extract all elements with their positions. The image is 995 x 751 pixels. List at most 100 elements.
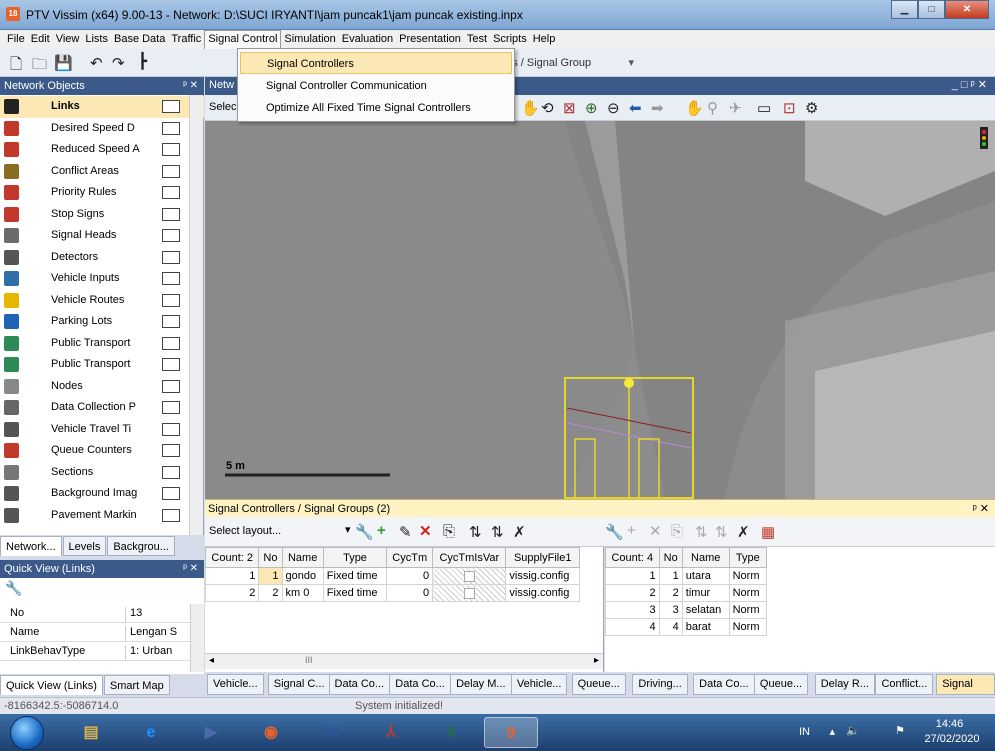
- table-row[interactable]: 4 4 barat Norm: [605, 618, 768, 636]
- tab-smart-map[interactable]: Smart Map: [103, 675, 170, 695]
- delete-icon[interactable]: ✕: [649, 522, 662, 540]
- network-object-row[interactable]: Links: [0, 96, 204, 118]
- cell-name[interactable]: gondo: [281, 567, 324, 585]
- taskbar-word-icon[interactable]: W: [304, 717, 358, 748]
- add-icon[interactable]: +: [377, 522, 386, 539]
- background-image-icon[interactable]: [4, 486, 19, 501]
- table-row[interactable]: 1 1 gondo Fixed time 0 vissig.config: [204, 567, 580, 585]
- quick-view-row[interactable]: Name Lengan S: [0, 623, 190, 642]
- forward-arrow-icon[interactable]: ➡: [651, 99, 664, 117]
- menu-traffic[interactable]: Traffic: [168, 30, 204, 49]
- list-tab[interactable]: Data Co...: [328, 674, 391, 695]
- duplicate-icon[interactable]: ⎘: [443, 523, 455, 540]
- window-controls-icon[interactable]: _ □ ᵖ ✕: [952, 78, 987, 91]
- network-object-row[interactable]: Conflict Areas: [0, 161, 204, 183]
- visibility-toggle-icon[interactable]: [162, 465, 180, 479]
- conflict-area-icon[interactable]: [4, 163, 19, 179]
- col-type[interactable]: Type: [322, 547, 388, 568]
- col-type[interactable]: Type: [728, 547, 768, 568]
- clock-time[interactable]: 14:46: [922, 718, 977, 730]
- add-icon[interactable]: +: [627, 522, 636, 539]
- network-object-row[interactable]: Reduced Speed A: [0, 139, 204, 161]
- cell-cyctmisvar[interactable]: [432, 584, 507, 602]
- minimize-button[interactable]: ▁: [891, 0, 918, 19]
- network-object-row[interactable]: Sections: [0, 462, 204, 484]
- pavement-marking-icon[interactable]: [4, 507, 19, 523]
- slider-icon[interactable]: ┣: [138, 52, 147, 70]
- list-tab[interactable]: Delay M...: [450, 674, 512, 695]
- pt-line-icon[interactable]: [4, 357, 19, 372]
- screenshot-icon[interactable]: ▭: [757, 99, 771, 117]
- taskbar-vissim-icon[interactable]: 9: [484, 717, 538, 748]
- network-object-row[interactable]: Background Imag: [0, 483, 204, 505]
- speaker-icon[interactable]: 🔈: [846, 724, 860, 737]
- tray-expand-icon[interactable]: ▴: [829, 725, 835, 738]
- network-object-row[interactable]: Stop Signs: [0, 204, 204, 226]
- scrollbar[interactable]: [190, 604, 204, 672]
- cell-name[interactable]: timur: [681, 584, 730, 602]
- grid-add-icon[interactable]: ▦: [761, 523, 775, 541]
- tab-network[interactable]: Network...: [0, 536, 62, 556]
- network-object-row[interactable]: Data Collection P: [0, 397, 204, 419]
- visibility-toggle-icon[interactable]: [162, 444, 180, 457]
- network-object-row[interactable]: Nodes: [0, 376, 204, 398]
- visibility-toggle-icon[interactable]: [162, 401, 180, 414]
- list-tab[interactable]: Data Co...: [693, 674, 755, 695]
- chevron-down-icon[interactable]: ▾: [345, 523, 351, 536]
- network-object-row[interactable]: Pavement Markin: [0, 505, 204, 527]
- sort-desc-icon[interactable]: ⇅: [491, 523, 504, 541]
- table-row[interactable]: 3 3 selatan Norm: [605, 601, 768, 619]
- network-object-row[interactable]: Queue Counters: [0, 440, 204, 462]
- sort-asc-icon[interactable]: ⇅: [695, 523, 708, 541]
- visibility-toggle-icon[interactable]: [162, 422, 180, 436]
- col-cyctm[interactable]: CycTm: [386, 547, 434, 568]
- cell-no[interactable]: 1: [658, 567, 683, 585]
- back-arrow-icon[interactable]: ⬅: [629, 99, 642, 117]
- save-icon[interactable]: 💾: [54, 54, 73, 72]
- clock-date[interactable]: 27/02/2020: [921, 733, 983, 745]
- maximize-button[interactable]: □: [918, 0, 945, 19]
- menu-simulation[interactable]: Simulation: [281, 30, 338, 49]
- vehicle-input-icon[interactable]: [4, 271, 19, 286]
- cell-name[interactable]: km 0: [281, 584, 324, 602]
- visibility-toggle-icon[interactable]: [162, 186, 180, 199]
- network-canvas[interactable]: 5 m: [205, 121, 995, 499]
- list-tab[interactable]: Driving...: [632, 674, 688, 695]
- cell-cyctm[interactable]: 0: [386, 584, 434, 602]
- menu-signal-control[interactable]: Signal Control: [204, 30, 282, 49]
- stop-sign-icon[interactable]: [4, 206, 19, 222]
- vehicle-route-icon[interactable]: [4, 292, 19, 308]
- cell-cyctm[interactable]: 0: [386, 567, 434, 585]
- language-indicator[interactable]: IN: [799, 726, 810, 738]
- taskbar-media-icon[interactable]: ▶: [184, 717, 238, 748]
- cell-no[interactable]: 2: [258, 584, 283, 602]
- tab-backgrounds[interactable]: Backgrou...: [107, 536, 175, 556]
- taskbar-firefox-icon[interactable]: ◉: [244, 717, 298, 748]
- wrench-icon[interactable]: 🔧: [355, 523, 374, 541]
- menu-optimize-fixed-time[interactable]: Optimize All Fixed Time Signal Controlle…: [240, 97, 512, 119]
- start-button[interactable]: [10, 716, 44, 750]
- signal-head-icon[interactable]: [4, 228, 19, 243]
- reduced-speed-icon[interactable]: [4, 142, 19, 157]
- visibility-toggle-icon[interactable]: [162, 379, 180, 393]
- menu-help[interactable]: Help: [530, 30, 559, 49]
- menu-edit[interactable]: Edit: [28, 30, 53, 49]
- new-file-icon[interactable]: 🗋: [10, 54, 22, 79]
- cell-name[interactable]: utara: [681, 567, 730, 585]
- table-row[interactable]: 2 2 km 0 Fixed time 0 vissig.config: [204, 584, 580, 602]
- menu-test[interactable]: Test: [464, 30, 490, 49]
- priority-rule-icon[interactable]: [4, 185, 19, 200]
- tab-levels[interactable]: Levels: [62, 536, 107, 556]
- visibility-toggle-icon[interactable]: [162, 100, 180, 113]
- taskbar-explorer-icon[interactable]: ▤: [64, 717, 118, 748]
- visibility-toggle-icon[interactable]: [162, 207, 180, 221]
- cell-type[interactable]: Norm: [728, 601, 768, 619]
- wrench-icon[interactable]: 🔧: [5, 580, 22, 597]
- hand-select-icon[interactable]: ✋: [685, 99, 704, 117]
- menu-lists[interactable]: Lists: [82, 30, 111, 49]
- cell-type[interactable]: Norm: [728, 584, 768, 602]
- layout-combo[interactable]: lers / Signal Group ▾: [500, 54, 634, 72]
- speed-50-icon[interactable]: [4, 120, 19, 136]
- visibility-toggle-icon[interactable]: [162, 143, 180, 156]
- wrench-icon[interactable]: 🔧: [605, 523, 624, 541]
